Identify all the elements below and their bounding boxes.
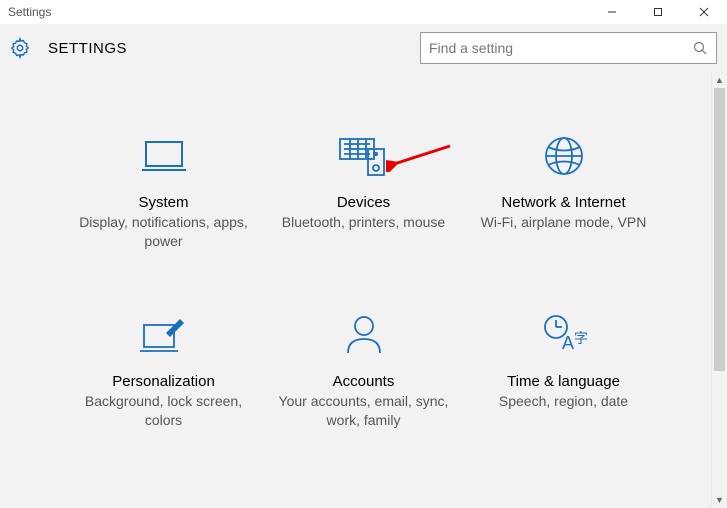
tile-desc: Speech, region, date	[499, 392, 628, 411]
search-input[interactable]	[429, 40, 692, 56]
network-icon	[542, 132, 586, 180]
tile-title: Time & language	[507, 373, 620, 390]
search-icon	[692, 40, 708, 56]
devices-icon	[338, 132, 390, 180]
category-grid: System Display, notifications, apps, pow…	[0, 72, 727, 430]
svg-text:A: A	[562, 333, 574, 353]
tile-desc: Bluetooth, printers, mouse	[282, 213, 445, 232]
scroll-track[interactable]	[712, 88, 727, 492]
tile-title: System	[138, 194, 188, 211]
tile-title: Devices	[337, 194, 390, 211]
time-language-icon: A 字	[540, 311, 588, 359]
personalization-icon	[140, 311, 188, 359]
close-button[interactable]	[681, 0, 727, 24]
tile-system[interactable]: System Display, notifications, apps, pow…	[64, 132, 264, 251]
tile-title: Personalization	[112, 373, 215, 390]
tile-desc: Display, notifications, apps, power	[79, 213, 249, 251]
tile-title: Network & Internet	[501, 194, 625, 211]
gear-icon	[8, 36, 32, 60]
tile-accounts[interactable]: Accounts Your accounts, email, sync, wor…	[264, 311, 464, 430]
search-box[interactable]	[420, 32, 717, 64]
svg-text:字: 字	[574, 330, 588, 346]
header-bar: SETTINGS	[0, 24, 727, 72]
page-title: SETTINGS	[48, 40, 420, 57]
tile-network[interactable]: Network & Internet Wi-Fi, airplane mode,…	[464, 132, 664, 251]
window-title: Settings	[8, 5, 589, 19]
accounts-icon	[344, 311, 384, 359]
tile-time-language[interactable]: A 字 Time & language Speech, region, date	[464, 311, 664, 430]
minimize-button[interactable]	[589, 0, 635, 24]
tile-desc: Your accounts, email, sync, work, family	[279, 392, 449, 430]
system-icon	[140, 132, 188, 180]
tile-title: Accounts	[333, 373, 395, 390]
tile-desc: Wi-Fi, airplane mode, VPN	[481, 213, 647, 232]
titlebar: Settings	[0, 0, 727, 24]
vertical-scrollbar[interactable]: ▲ ▼	[711, 72, 727, 508]
scroll-thumb[interactable]	[714, 88, 725, 371]
tile-desc: Background, lock screen, colors	[79, 392, 249, 430]
scroll-down-arrow[interactable]: ▼	[712, 492, 727, 508]
scroll-up-arrow[interactable]: ▲	[712, 72, 727, 88]
tile-personalization[interactable]: Personalization Background, lock screen,…	[64, 311, 264, 430]
maximize-button[interactable]	[635, 0, 681, 24]
tile-devices[interactable]: Devices Bluetooth, printers, mouse	[264, 132, 464, 251]
